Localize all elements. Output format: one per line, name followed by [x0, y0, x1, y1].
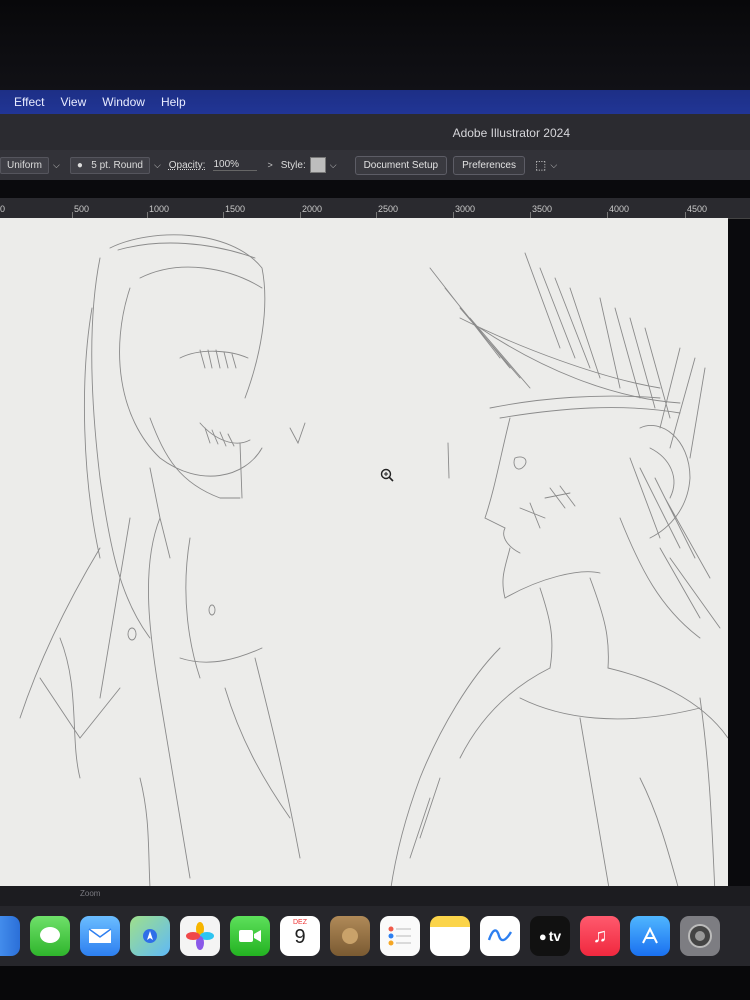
messages-icon[interactable]	[30, 916, 70, 956]
menu-window[interactable]: Window	[102, 95, 145, 109]
ruler-tick: 2500	[378, 204, 399, 214]
ruler-tick: 3500	[532, 204, 553, 214]
notes-app-icon[interactable]	[330, 916, 370, 956]
style-swatch[interactable]	[309, 157, 326, 173]
brush-dot-icon: ●	[76, 159, 89, 171]
system-settings-icon[interactable]	[680, 916, 720, 956]
horizontal-ruler: 0 500 1000 1500 2000 2500 3000 3500 4000…	[0, 198, 750, 219]
brush-dropdown[interactable]: ● 5 pt. Round	[69, 156, 150, 174]
chevron-right-icon[interactable]: >	[267, 160, 272, 170]
dock: DEZ 9 ● tv ♫	[0, 906, 750, 966]
preferences-button[interactable]: Preferences	[453, 155, 525, 175]
menu-view[interactable]: View	[60, 95, 86, 109]
finder-icon[interactable]	[0, 916, 20, 956]
monitor-bezel-bottom	[0, 966, 750, 1000]
calendar-day: 9	[294, 926, 306, 948]
music-icon[interactable]: ♫	[580, 916, 620, 956]
ruler-tick: 0	[0, 204, 6, 214]
sketch-artwork	[19, 234, 728, 894]
facetime-icon[interactable]	[230, 916, 270, 956]
notes-icon[interactable]	[430, 916, 470, 956]
freeform-icon[interactable]	[480, 916, 520, 956]
arrange-documents-icon[interactable]: ⬚	[535, 158, 546, 172]
control-bar: Uniform ⌵ ● 5 pt. Round ⌵ Opacity: 100% …	[0, 150, 750, 180]
brush-value: 5 pt. Round	[91, 159, 143, 171]
window-title: Adobe Illustrator 2024	[452, 126, 570, 140]
chevron-down-icon[interactable]: ⌵	[154, 160, 161, 171]
ruler-tick: 2000	[302, 204, 323, 214]
ruler-tick: 1000	[149, 204, 170, 214]
zoom-cursor-icon	[380, 468, 394, 482]
menu-effect[interactable]: Effect	[14, 95, 44, 109]
monitor-bezel-top	[0, 0, 750, 90]
opacity-input[interactable]: 100%	[213, 159, 258, 171]
calendar-month: DEZ	[293, 919, 307, 926]
zoom-label: Zoom	[80, 889, 101, 898]
chevron-down-icon[interactable]: ⌵	[550, 160, 557, 171]
artboard-canvas[interactable]	[0, 218, 728, 894]
photos-icon[interactable]	[180, 916, 220, 956]
ruler-tick: 1500	[225, 204, 246, 214]
chevron-down-icon[interactable]: ⌵	[53, 160, 60, 171]
title-bar: Adobe Illustrator 2024	[0, 114, 750, 150]
mail-icon[interactable]	[80, 916, 120, 956]
ruler-tick: 3000	[455, 204, 476, 214]
ruler-tick: 500	[74, 204, 90, 214]
tv-label: tv	[548, 928, 562, 944]
menu-help[interactable]: Help	[161, 95, 186, 109]
maps-icon[interactable]	[130, 916, 170, 956]
reminders-icon[interactable]	[380, 916, 420, 956]
calendar-icon[interactable]: DEZ 9	[280, 916, 320, 956]
opacity-label[interactable]: Opacity:	[169, 160, 206, 171]
ruler-tick: 4000	[609, 204, 630, 214]
apple-tv-icon[interactable]: ● tv	[530, 916, 570, 956]
music-note-icon: ♫	[592, 924, 608, 947]
stroke-profile-value: Uniform	[7, 159, 43, 171]
apple-logo-icon: ●	[538, 928, 547, 944]
style-label: Style:	[280, 159, 306, 171]
ruler-tick: 4500	[687, 204, 708, 214]
menu-bar: Effect View Window Help	[0, 90, 750, 114]
stroke-profile-dropdown[interactable]: Uniform	[0, 156, 50, 174]
chevron-down-icon[interactable]: ⌵	[330, 160, 337, 171]
app-store-icon[interactable]	[630, 916, 670, 956]
document-setup-button[interactable]: Document Setup	[354, 155, 448, 175]
status-bar: Zoom	[0, 886, 750, 906]
